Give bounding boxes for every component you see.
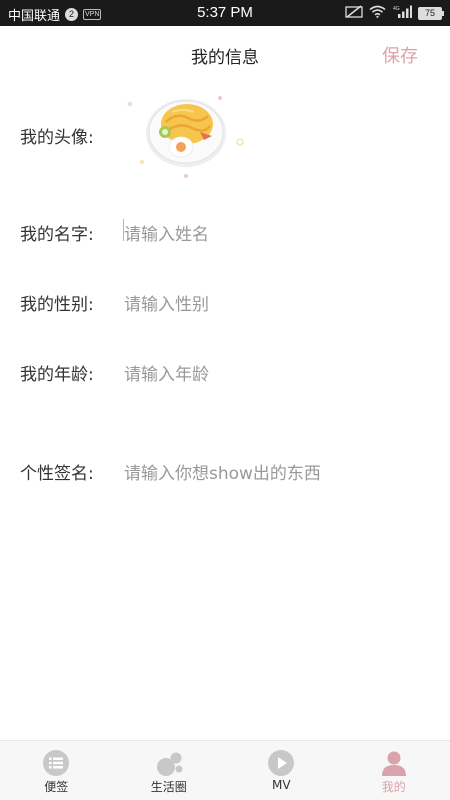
tab-label: 生活圈 bbox=[150, 780, 187, 794]
list-icon bbox=[42, 749, 70, 777]
tab-life-circle[interactable]: 生活圈 bbox=[113, 741, 226, 800]
name-input[interactable]: 请输入姓名 bbox=[124, 220, 209, 245]
age-input[interactable]: 请输入年龄 bbox=[124, 360, 209, 385]
wifi-icon bbox=[369, 5, 386, 21]
age-label: 我的年龄: bbox=[20, 365, 94, 385]
text-cursor bbox=[123, 219, 124, 241]
tab-label: 我的 bbox=[381, 780, 406, 794]
signature-label: 个性签名: bbox=[20, 464, 94, 484]
food-plate-image bbox=[127, 96, 244, 178]
signal-icon: 4G bbox=[392, 5, 412, 21]
tab-label: 便签 bbox=[44, 780, 69, 794]
signature-input[interactable]: 请输入你想show出的东西 bbox=[124, 459, 321, 484]
header: 我的信息 保存 bbox=[0, 26, 450, 82]
play-icon bbox=[267, 749, 295, 777]
tab-label: MV bbox=[271, 778, 291, 792]
gender-input[interactable]: 请输入性别 bbox=[124, 290, 209, 315]
bubbles-icon bbox=[155, 749, 183, 777]
avatar-label: 我的头像: bbox=[20, 128, 94, 148]
tab-bar: 便签 生活圈 MV 我的 bbox=[0, 740, 450, 800]
tab-mine[interactable]: 我的 bbox=[338, 741, 450, 800]
person-icon bbox=[380, 749, 408, 777]
tab-mv[interactable]: MV bbox=[225, 741, 338, 800]
avatar[interactable] bbox=[124, 86, 248, 182]
name-label: 我的名字: bbox=[20, 225, 94, 245]
status-right: 4G 75 bbox=[345, 5, 444, 21]
save-button[interactable]: 保存 bbox=[382, 42, 418, 68]
gender-label: 我的性别: bbox=[20, 295, 94, 315]
no-sim-icon bbox=[345, 5, 363, 21]
network-type: 4G bbox=[393, 6, 400, 12]
tab-notes[interactable]: 便签 bbox=[0, 741, 113, 800]
battery-icon: 75 bbox=[418, 6, 444, 20]
status-bar: 中国联通 2 VPN 5:37 PM 4G 75 bbox=[0, 0, 450, 26]
